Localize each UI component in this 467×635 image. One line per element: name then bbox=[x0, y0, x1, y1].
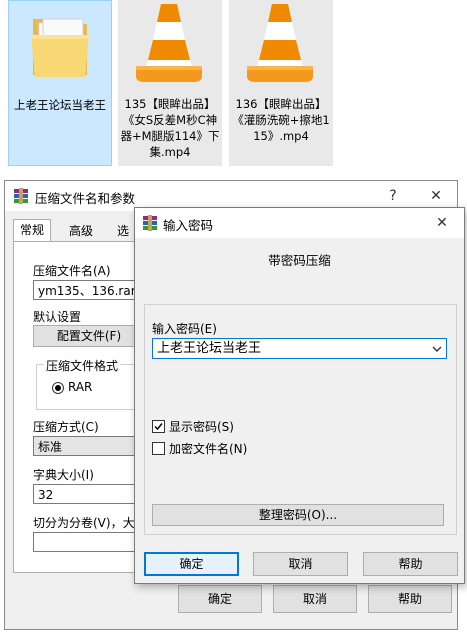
folder-icon bbox=[31, 18, 89, 77]
winrar-icon bbox=[143, 215, 157, 231]
password-value: 上老王论坛当老王 bbox=[157, 341, 262, 356]
tab-strip: 常规 高级 选项 bbox=[13, 219, 143, 258]
tab-general[interactable]: 常规 bbox=[13, 219, 52, 242]
close-icon[interactable]: ✕ bbox=[431, 212, 453, 234]
archive-name-input[interactable]: ym135、136.rar bbox=[33, 280, 145, 300]
file-tile-video-135[interactable]: 135【眼眸出品】《女S反差M秒C神器+M腿版114》下集.mp4 bbox=[118, 0, 222, 166]
file-name: 136【眼眸出品】《灌肠洗碗+擦地115》.mp4 bbox=[232, 97, 330, 143]
ok-button[interactable]: 确定 bbox=[144, 552, 239, 576]
show-password-checkbox[interactable] bbox=[152, 420, 165, 433]
dict-size-input[interactable]: 32 bbox=[33, 484, 145, 504]
rar-radio-label: RAR bbox=[68, 380, 93, 394]
organize-passwords-button[interactable]: 整理密码(O)... bbox=[152, 504, 444, 526]
encrypt-filenames-label[interactable]: 加密文件名(N) bbox=[169, 440, 247, 457]
tab-advanced[interactable]: 高级 bbox=[63, 221, 99, 241]
password-label: 输入密码(E) bbox=[152, 322, 217, 336]
file-tile-folder[interactable]: 上老王论坛当老王 bbox=[8, 0, 112, 166]
format-group-label: 压缩文件格式 bbox=[44, 357, 121, 374]
split-volume-label: 切分为分卷(V)，大小 bbox=[33, 516, 147, 530]
checkmark-icon bbox=[154, 423, 163, 431]
rar-radio[interactable] bbox=[52, 382, 64, 394]
cancel-button[interactable]: 取消 bbox=[273, 585, 357, 613]
ok-button[interactable]: 确定 bbox=[178, 585, 262, 613]
title-bar: 输入密码 ✕ bbox=[135, 208, 464, 238]
password-input[interactable]: 上老王论坛当老王 bbox=[152, 338, 447, 359]
show-password-label[interactable]: 显示密码(S) bbox=[169, 418, 234, 435]
file-name: 上老王论坛当老王 bbox=[14, 98, 106, 112]
winrar-icon bbox=[14, 188, 28, 204]
dialog-title: 压缩文件名和参数 bbox=[35, 191, 136, 206]
dialog-title: 输入密码 bbox=[163, 218, 214, 233]
method-select[interactable]: 标准 bbox=[33, 436, 145, 456]
archive-name-label: 压缩文件名(A) bbox=[33, 264, 111, 278]
general-tab-pane: 压缩文件名(A) ym135、136.rar 默认设置 配置文件(F) 压缩文件… bbox=[13, 241, 148, 573]
split-volume-input[interactable] bbox=[33, 532, 145, 552]
dialog-heading: 带密码压缩 bbox=[268, 253, 331, 268]
help-button[interactable]: 帮助 bbox=[363, 552, 458, 576]
method-label: 压缩方式(C) bbox=[33, 420, 99, 434]
encrypt-filenames-checkbox[interactable] bbox=[152, 442, 165, 455]
default-settings-label: 默认设置 bbox=[33, 310, 82, 324]
file-tile-video-136[interactable]: 136【眼眸出品】《灌肠洗碗+擦地115》.mp4 bbox=[229, 0, 333, 166]
cancel-button[interactable]: 取消 bbox=[253, 552, 348, 576]
vlc-cone-icon bbox=[136, 4, 202, 82]
vlc-cone-icon bbox=[247, 4, 313, 82]
close-icon[interactable]: ✕ bbox=[425, 185, 447, 207]
password-dialog: 输入密码 ✕ 带密码压缩 输入密码(E) 上老王论坛当老王 显示密码(S) 加密… bbox=[134, 207, 465, 584]
file-name: 135【眼眸出品】《女S反差M秒C神器+M腿版114》下集.mp4 bbox=[120, 97, 220, 159]
help-button[interactable]: 帮助 bbox=[368, 585, 452, 613]
help-icon[interactable]: ? bbox=[382, 185, 404, 207]
chevron-down-icon[interactable] bbox=[432, 345, 442, 353]
dict-size-label: 字典大小(I) bbox=[33, 468, 94, 482]
profiles-button[interactable]: 配置文件(F) bbox=[33, 325, 145, 347]
